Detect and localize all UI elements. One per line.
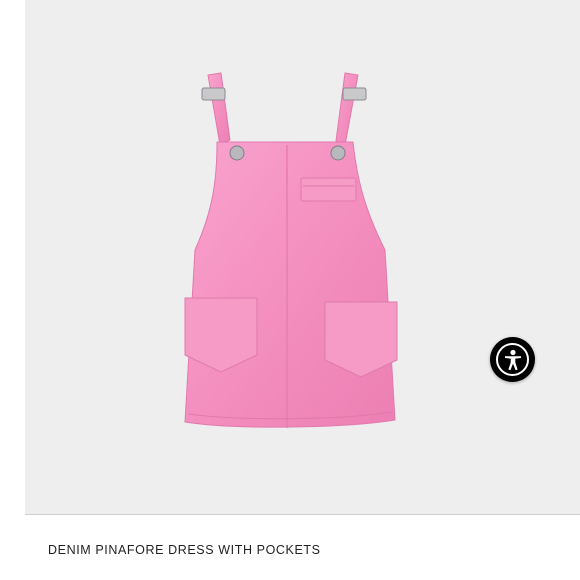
product-photo[interactable] [25, 0, 580, 514]
divider [25, 514, 580, 515]
pinafore-dress-image [184, 72, 398, 428]
accessibility-button[interactable] [490, 337, 535, 382]
accessibility-person-icon [496, 343, 529, 376]
product-title[interactable]: DENIM PINAFORE DRESS WITH POCKETS [48, 543, 321, 557]
